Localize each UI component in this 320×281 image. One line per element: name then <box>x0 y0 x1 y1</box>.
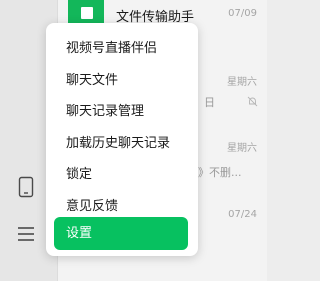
chat-date: 07/24 <box>228 209 257 220</box>
chat-date: 星期六 <box>227 143 257 154</box>
more-options-menu: 视频号直播伴侣 聊天文件 聊天记录管理 加载历史聊天记录 锁定 意见反馈 设置 <box>46 23 198 256</box>
menu-item-chat-files[interactable]: 聊天文件 <box>54 65 190 97</box>
menu-item-live-companion[interactable]: 视频号直播伴侣 <box>54 33 190 65</box>
phone-icon[interactable] <box>18 176 34 198</box>
chat-snippet: 日 <box>204 96 215 109</box>
menu-item-lock[interactable]: 锁定 <box>54 159 190 191</box>
menu-item-settings[interactable]: 设置 <box>54 217 188 250</box>
hamburger-menu-icon[interactable] <box>17 226 35 242</box>
mute-bell-icon <box>247 96 258 107</box>
menu-item-chat-history-management[interactable]: 聊天记录管理 <box>54 96 190 128</box>
chat-snippet: 》不删... <box>198 166 242 179</box>
chat-date: 星期六 <box>227 77 257 88</box>
chat-date: 07/09 <box>228 8 257 19</box>
menu-item-load-chat-history[interactable]: 加载历史聊天记录 <box>54 128 190 160</box>
